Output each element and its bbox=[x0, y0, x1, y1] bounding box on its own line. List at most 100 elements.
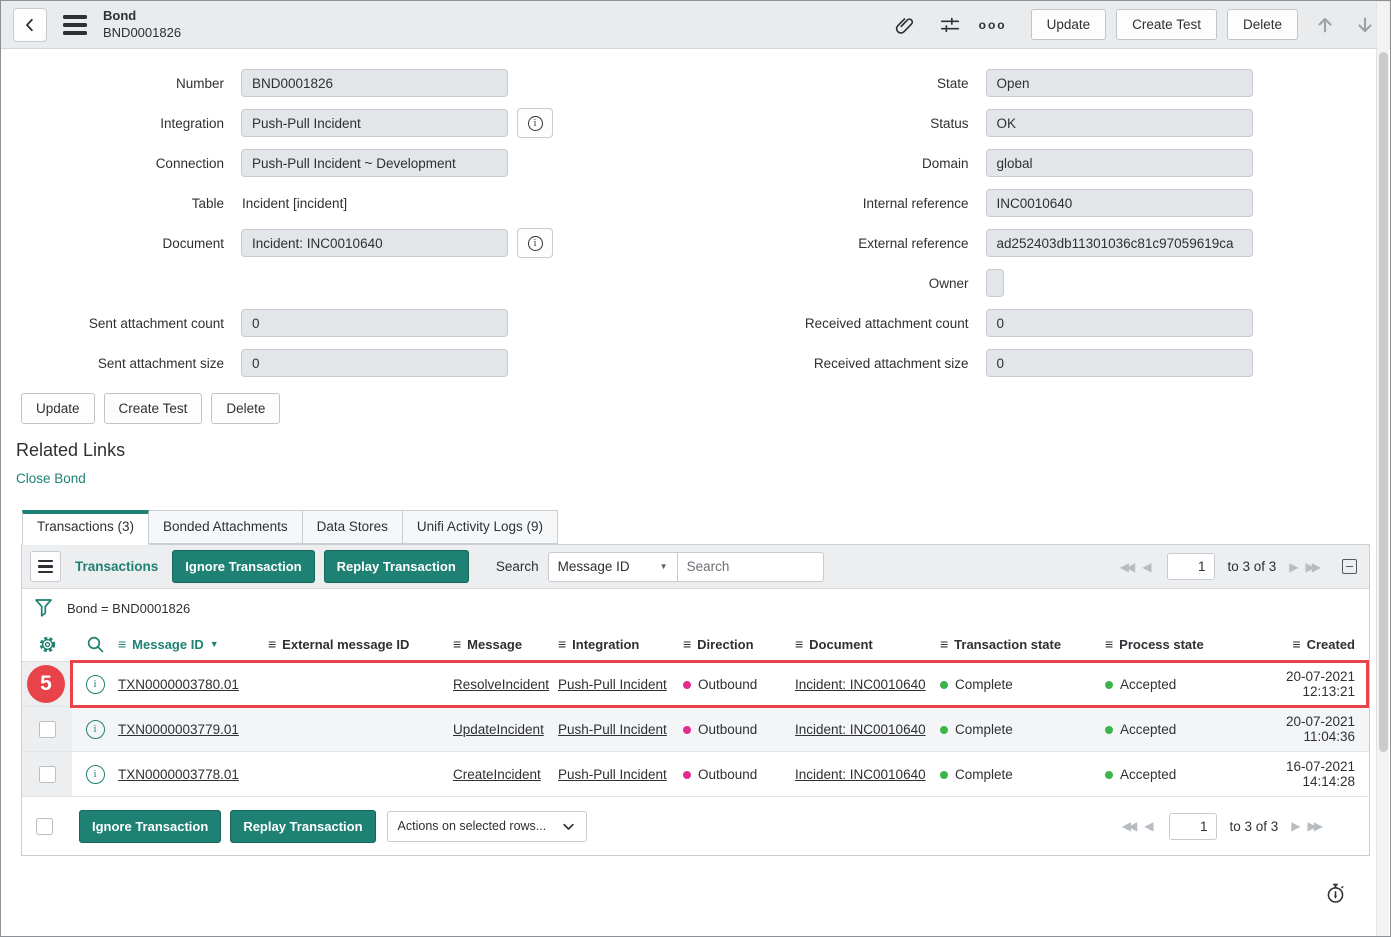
create-test-button-bottom[interactable]: Create Test bbox=[104, 393, 203, 424]
scrollbar-thumb[interactable] bbox=[1379, 52, 1388, 752]
page-number-input[interactable] bbox=[1167, 553, 1215, 580]
column-header-direction[interactable]: ≡ Direction bbox=[683, 636, 795, 652]
message-link[interactable]: UpdateIncident bbox=[453, 722, 544, 737]
column-header-document[interactable]: ≡ Document bbox=[795, 636, 940, 652]
table-row[interactable]: 5 i TXN0000003780.01 ResolveIncident Pus… bbox=[22, 662, 1369, 707]
row-checkbox[interactable] bbox=[39, 766, 56, 783]
number-field[interactable]: BND0001826 bbox=[241, 69, 508, 97]
replay-transaction-button-bottom[interactable]: Replay Transaction bbox=[230, 810, 375, 843]
tab-unifi-activity-logs[interactable]: Unifi Activity Logs (9) bbox=[403, 510, 558, 544]
more-options-icon[interactable]: ooo bbox=[979, 18, 1007, 32]
last-page-icon[interactable]: ▶▶ bbox=[1308, 820, 1320, 832]
update-button-bottom[interactable]: Update bbox=[21, 393, 95, 424]
message-id-link[interactable]: TXN0000003780.01 bbox=[118, 677, 239, 692]
column-header-integration[interactable]: ≡ Integration bbox=[558, 636, 683, 652]
internal-reference-field[interactable]: INC0010640 bbox=[986, 189, 1253, 217]
integration-link[interactable]: Push-Pull Incident bbox=[558, 722, 667, 737]
column-header-created[interactable]: ≡ Created bbox=[1240, 636, 1369, 652]
update-button[interactable]: Update bbox=[1031, 9, 1107, 40]
personalize-list-gear[interactable] bbox=[22, 627, 72, 661]
received-attachment-size-field[interactable]: 0 bbox=[986, 349, 1253, 377]
table-row[interactable]: i TXN0000003778.01 CreateIncident Push-P… bbox=[22, 752, 1369, 797]
info-icon: i bbox=[528, 116, 543, 131]
next-page-icon[interactable]: ▶ bbox=[1291, 820, 1300, 832]
actions-on-selected-rows-select[interactable]: Actions on selected rows... bbox=[387, 811, 587, 842]
document-preview-button[interactable]: i bbox=[517, 228, 553, 258]
column-menu-icon: ≡ bbox=[558, 636, 566, 652]
tab-bonded-attachments[interactable]: Bonded Attachments bbox=[149, 510, 303, 544]
row-info-icon[interactable]: i bbox=[86, 765, 105, 784]
column-header-message-id[interactable]: ≡ Message ID ▼ bbox=[118, 636, 268, 652]
direction-cell: Outbound bbox=[683, 677, 795, 692]
pagination-range: to 3 of 3 bbox=[1228, 559, 1277, 574]
page-number-input[interactable] bbox=[1169, 813, 1217, 840]
row-info-icon[interactable]: i bbox=[86, 720, 105, 739]
next-page-icon[interactable]: ▶ bbox=[1289, 561, 1298, 573]
context-menu-icon[interactable] bbox=[63, 15, 87, 35]
sent-attachment-size-label: Sent attachment size bbox=[1, 356, 241, 371]
state-field[interactable]: Open bbox=[986, 69, 1253, 97]
list-title-link[interactable]: Transactions bbox=[75, 559, 158, 574]
column-menu-icon: ≡ bbox=[118, 636, 126, 652]
external-reference-field[interactable]: ad252403db11301036c81c97059619ca bbox=[986, 229, 1253, 257]
state-label: State bbox=[696, 76, 986, 91]
owner-field[interactable] bbox=[986, 269, 1004, 297]
message-id-link[interactable]: TXN0000003779.01 bbox=[118, 722, 239, 737]
received-attachment-count-field[interactable]: 0 bbox=[986, 309, 1253, 337]
funnel-icon[interactable] bbox=[34, 598, 53, 619]
domain-field[interactable]: global bbox=[986, 149, 1253, 177]
column-header-message[interactable]: ≡ Message bbox=[453, 636, 558, 652]
previous-page-icon[interactable]: ◀ bbox=[1144, 820, 1153, 832]
first-page-icon[interactable]: ◀◀ bbox=[1120, 561, 1132, 573]
previous-record-icon[interactable] bbox=[1314, 14, 1336, 36]
ignore-transaction-button-bottom[interactable]: Ignore Transaction bbox=[79, 810, 221, 843]
row-checkbox[interactable] bbox=[39, 721, 56, 738]
column-header-transaction-state[interactable]: ≡ Transaction state bbox=[940, 636, 1105, 652]
column-header-external-message-id[interactable]: ≡ External message ID bbox=[268, 636, 453, 652]
connection-label: Connection bbox=[1, 156, 241, 171]
document-field[interactable]: Incident: INC0010640 bbox=[241, 229, 508, 257]
connection-field[interactable]: Push-Pull Incident ~ Development bbox=[241, 149, 508, 177]
integration-preview-button[interactable]: i bbox=[517, 108, 553, 138]
table-row[interactable]: i TXN0000003779.01 UpdateIncident Push-P… bbox=[22, 707, 1369, 752]
filter-breadcrumb[interactable]: Bond = BND0001826 bbox=[67, 601, 190, 616]
replay-transaction-button[interactable]: Replay Transaction bbox=[324, 550, 469, 583]
tab-data-stores[interactable]: Data Stores bbox=[303, 510, 403, 544]
delete-button-bottom[interactable]: Delete bbox=[211, 393, 280, 424]
integration-link[interactable]: Push-Pull Incident bbox=[558, 767, 667, 782]
next-record-icon[interactable] bbox=[1354, 14, 1376, 36]
close-bond-link[interactable]: Close Bond bbox=[16, 471, 86, 486]
status-field[interactable]: OK bbox=[986, 109, 1253, 137]
create-test-button[interactable]: Create Test bbox=[1116, 9, 1217, 40]
message-link[interactable]: ResolveIncident bbox=[453, 677, 549, 692]
column-header-process-state[interactable]: ≡ Process state bbox=[1105, 636, 1240, 652]
document-link[interactable]: Incident: INC0010640 bbox=[795, 722, 926, 737]
tab-transactions[interactable]: Transactions (3) bbox=[22, 510, 149, 545]
document-link[interactable]: Incident: INC0010640 bbox=[795, 767, 926, 782]
transaction-state-cell: Complete bbox=[940, 722, 1105, 737]
select-all-checkbox[interactable] bbox=[36, 818, 53, 835]
search-input[interactable] bbox=[678, 552, 824, 582]
previous-page-icon[interactable]: ◀ bbox=[1142, 561, 1151, 573]
paperclip-icon[interactable] bbox=[893, 14, 915, 36]
last-page-icon[interactable]: ▶▶ bbox=[1306, 561, 1318, 573]
first-page-icon[interactable]: ◀◀ bbox=[1122, 820, 1134, 832]
back-button[interactable] bbox=[13, 8, 47, 42]
document-link[interactable]: Incident: INC0010640 bbox=[795, 677, 926, 692]
collapse-list-icon[interactable] bbox=[1342, 559, 1357, 574]
integration-link[interactable]: Push-Pull Incident bbox=[558, 677, 667, 692]
stopwatch-icon[interactable] bbox=[1325, 882, 1346, 905]
sent-attachment-size-field[interactable]: 0 bbox=[241, 349, 508, 377]
personalize-form-icon[interactable] bbox=[939, 14, 961, 36]
message-link[interactable]: CreateIncident bbox=[453, 767, 541, 782]
search-field-select[interactable]: Message ID ▼ bbox=[548, 552, 678, 582]
integration-field[interactable]: Push-Pull Incident bbox=[241, 109, 508, 137]
delete-button[interactable]: Delete bbox=[1227, 9, 1298, 40]
ignore-transaction-button[interactable]: Ignore Transaction bbox=[172, 550, 314, 583]
sent-attachment-count-field[interactable]: 0 bbox=[241, 309, 508, 337]
message-id-link[interactable]: TXN0000003778.01 bbox=[118, 767, 239, 782]
list-search-icon[interactable] bbox=[72, 635, 118, 654]
list-menu-icon[interactable] bbox=[30, 551, 61, 582]
row-info-icon[interactable]: i bbox=[86, 675, 105, 694]
vertical-scrollbar[interactable] bbox=[1376, 2, 1389, 937]
